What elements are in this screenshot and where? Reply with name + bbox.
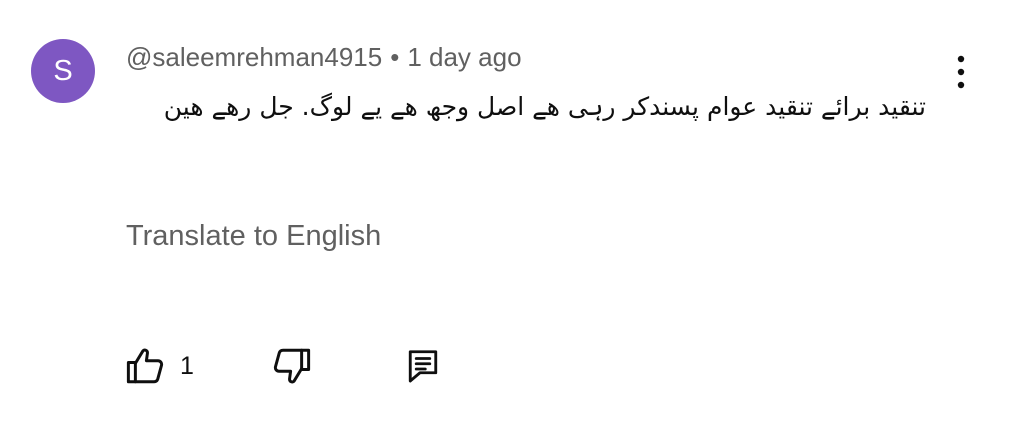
timestamp[interactable]: 1 day ago <box>407 42 521 73</box>
avatar[interactable]: S <box>31 39 95 103</box>
thumbs-down-icon <box>273 348 311 384</box>
separator-dot: • <box>390 41 400 72</box>
more-options-button[interactable] <box>944 52 978 92</box>
dislike-button[interactable] <box>271 340 313 392</box>
comment-reply-icon <box>408 350 438 383</box>
like-button[interactable]: 1 <box>124 340 194 392</box>
thumbs-up-icon <box>126 348 164 384</box>
reply-button[interactable] <box>406 340 440 392</box>
comment-actions: 1 <box>124 340 464 392</box>
comment-header: @saleemrehman4915 • 1 day ago <box>126 38 522 76</box>
translate-button[interactable]: Translate to English <box>126 220 381 253</box>
avatar-letter: S <box>53 54 73 87</box>
more-vertical-icon <box>957 55 965 89</box>
like-count: 1 <box>180 351 194 380</box>
comment-text: تنقید برائے تنقید عوام پسندکر رہی ھے اصل… <box>163 92 926 121</box>
username[interactable]: @saleemrehman4915 <box>126 42 382 73</box>
